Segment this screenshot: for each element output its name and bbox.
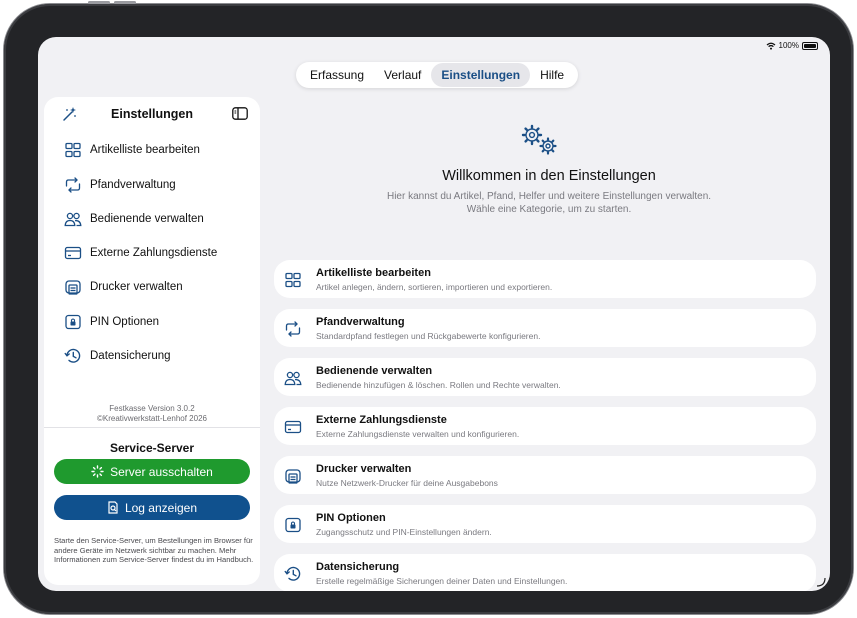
- card-title: PIN Optionen: [316, 512, 386, 524]
- status-bar: 100%: [766, 41, 818, 50]
- card-bedienende[interactable]: Bedienende verwalten Bedienende hinzufüg…: [274, 358, 816, 396]
- sidebar-item-bedienende[interactable]: Bedienende verwalten: [64, 209, 204, 229]
- sidebar-item-zahlungsdienste[interactable]: Externe Zahlungsdienste: [64, 243, 217, 263]
- sidebar-item-label: Externe Zahlungsdienste: [90, 247, 218, 259]
- grid-icon: [285, 272, 301, 288]
- sidebar-item-drucker[interactable]: Drucker verwalten: [64, 277, 183, 297]
- sidebar-title: Einstellungen: [111, 107, 193, 121]
- wifi-icon: [766, 42, 775, 50]
- divider: [44, 427, 260, 428]
- tab-einstellungen[interactable]: Einstellungen: [431, 63, 531, 87]
- card-drucker[interactable]: Drucker verwalten Nutze Netzwerk-Drucker…: [274, 456, 816, 494]
- sidebar-item-label: Artikelliste bearbeiten: [90, 144, 200, 156]
- credit-card-icon: [64, 246, 82, 260]
- card-description: Zugangsschutz und PIN-Einstellungen ände…: [316, 527, 492, 537]
- sidebar-item-artikelliste[interactable]: Artikelliste bearbeiten: [64, 140, 200, 160]
- card-artikelliste[interactable]: Artikelliste bearbeiten Artikel anlegen,…: [274, 260, 816, 298]
- tab-erfassung[interactable]: Erfassung: [300, 63, 374, 87]
- card-zahlungsdienste[interactable]: Externe Zahlungsdienste Externe Zahlungs…: [274, 407, 816, 445]
- card-pin[interactable]: PIN Optionen Zugangsschutz und PIN-Einst…: [274, 505, 816, 543]
- card-description: Standardpfand festlegen und Rückgabewert…: [316, 331, 541, 341]
- resize-handle-icon[interactable]: [816, 577, 826, 587]
- sidebar-item-label: Datensicherung: [90, 350, 171, 362]
- subtitle-line: Hier kannst du Artikel, Pfand, Helfer un…: [386, 191, 712, 202]
- tab-verlauf[interactable]: Verlauf: [374, 63, 431, 87]
- sidebar-item-label: Pfandverwaltung: [90, 179, 176, 191]
- version-text: Festkasse Version 3.0.2: [109, 404, 195, 413]
- tab-bar: Erfassung Verlauf Einstellungen Hilfe: [296, 62, 579, 88]
- arrows-cycle-icon: [65, 177, 81, 193]
- sidebar-item-label: Bedienende verwalten: [90, 213, 204, 225]
- server-toggle-label: Server ausschalten: [110, 464, 213, 479]
- card-datensicherung[interactable]: Datensicherung Erstelle regelmäßige Sich…: [274, 554, 816, 591]
- version-info: Festkasse Version 3.0.2 ©Kreativwerkstat…: [44, 404, 260, 424]
- lock-icon: [65, 314, 81, 330]
- sidebar-item-label: Drucker verwalten: [90, 281, 183, 293]
- server-note: Starte den Service-Server, um Bestellung…: [54, 536, 254, 564]
- people-icon: [284, 371, 302, 386]
- sidebar-item-label: PIN Optionen: [90, 316, 160, 328]
- document-search-icon: [108, 501, 118, 514]
- sidebar: Einstellungen Artikelliste bearbeiten Pf…: [44, 97, 260, 585]
- sidebar-header: Einstellungen: [44, 103, 260, 125]
- printer-icon: [65, 280, 81, 295]
- people-icon: [64, 212, 82, 227]
- show-log-label: Log anzeigen: [124, 500, 198, 515]
- card-pfandverwaltung[interactable]: Pfandverwaltung Standardpfand festlegen …: [274, 309, 816, 347]
- sidebar-item-pfandverwaltung[interactable]: Pfandverwaltung: [64, 175, 176, 195]
- sidebar-item-datensicherung[interactable]: Datensicherung: [64, 346, 171, 366]
- printer-icon: [285, 469, 301, 484]
- card-title: Drucker verwalten: [316, 463, 412, 475]
- welcome-subtitle: Hier kannst du Artikel, Pfand, Helfer un…: [274, 190, 824, 216]
- tab-hilfe[interactable]: Hilfe: [530, 63, 574, 87]
- gears-icon: [521, 124, 557, 155]
- card-description: Externe Zahlungsdienste verwalten und ko…: [316, 429, 520, 439]
- sidebar-toggle-icon[interactable]: [232, 107, 248, 120]
- card-title: Datensicherung: [316, 561, 400, 573]
- card-title: Artikelliste bearbeiten: [316, 267, 431, 279]
- top-button: [88, 1, 110, 4]
- show-log-button[interactable]: Log anzeigen: [54, 495, 250, 520]
- battery-icon: [802, 41, 818, 50]
- card-title: Bedienende verwalten: [316, 365, 433, 377]
- card-description: Nutze Netzwerk-Drucker für deine Ausgabe…: [316, 478, 498, 488]
- service-server-title: Service-Server: [109, 441, 195, 455]
- welcome-title: Willkommen in den Einstellungen: [442, 168, 656, 184]
- credit-card-icon: [284, 420, 302, 434]
- backup-clock-icon: [64, 348, 81, 363]
- battery-percent: 100%: [778, 41, 799, 50]
- card-description: Artikel anlegen, ändern, sortieren, impo…: [316, 282, 553, 292]
- grid-icon: [65, 142, 81, 158]
- card-description: Bedienende hinzufügen & löschen. Rollen …: [316, 380, 561, 390]
- backup-clock-icon: [284, 566, 301, 581]
- subtitle-line: Wähle eine Kategorie, um zu starten.: [466, 204, 632, 215]
- main-content: Willkommen in den Einstellungen Hier kan…: [274, 97, 824, 591]
- spinner-icon: [91, 465, 104, 478]
- copyright-text: ©Kreativwerkstatt-Lenhof 2026: [97, 414, 207, 423]
- card-title: Externe Zahlungsdienste: [316, 414, 447, 426]
- top-button: [114, 1, 136, 4]
- server-toggle-button[interactable]: Server ausschalten: [54, 459, 250, 484]
- tablet-frame: 100% Erfassung Verlauf Einstellungen Hil…: [4, 1, 853, 614]
- sidebar-item-pin[interactable]: PIN Optionen: [64, 312, 159, 332]
- lock-icon: [285, 517, 301, 533]
- card-title: Pfandverwaltung: [316, 316, 405, 328]
- card-description: Erstelle regelmäßige Sicherungen deiner …: [316, 576, 568, 586]
- arrows-cycle-icon: [285, 321, 301, 337]
- screen: 100% Erfassung Verlauf Einstellungen Hil…: [38, 37, 830, 591]
